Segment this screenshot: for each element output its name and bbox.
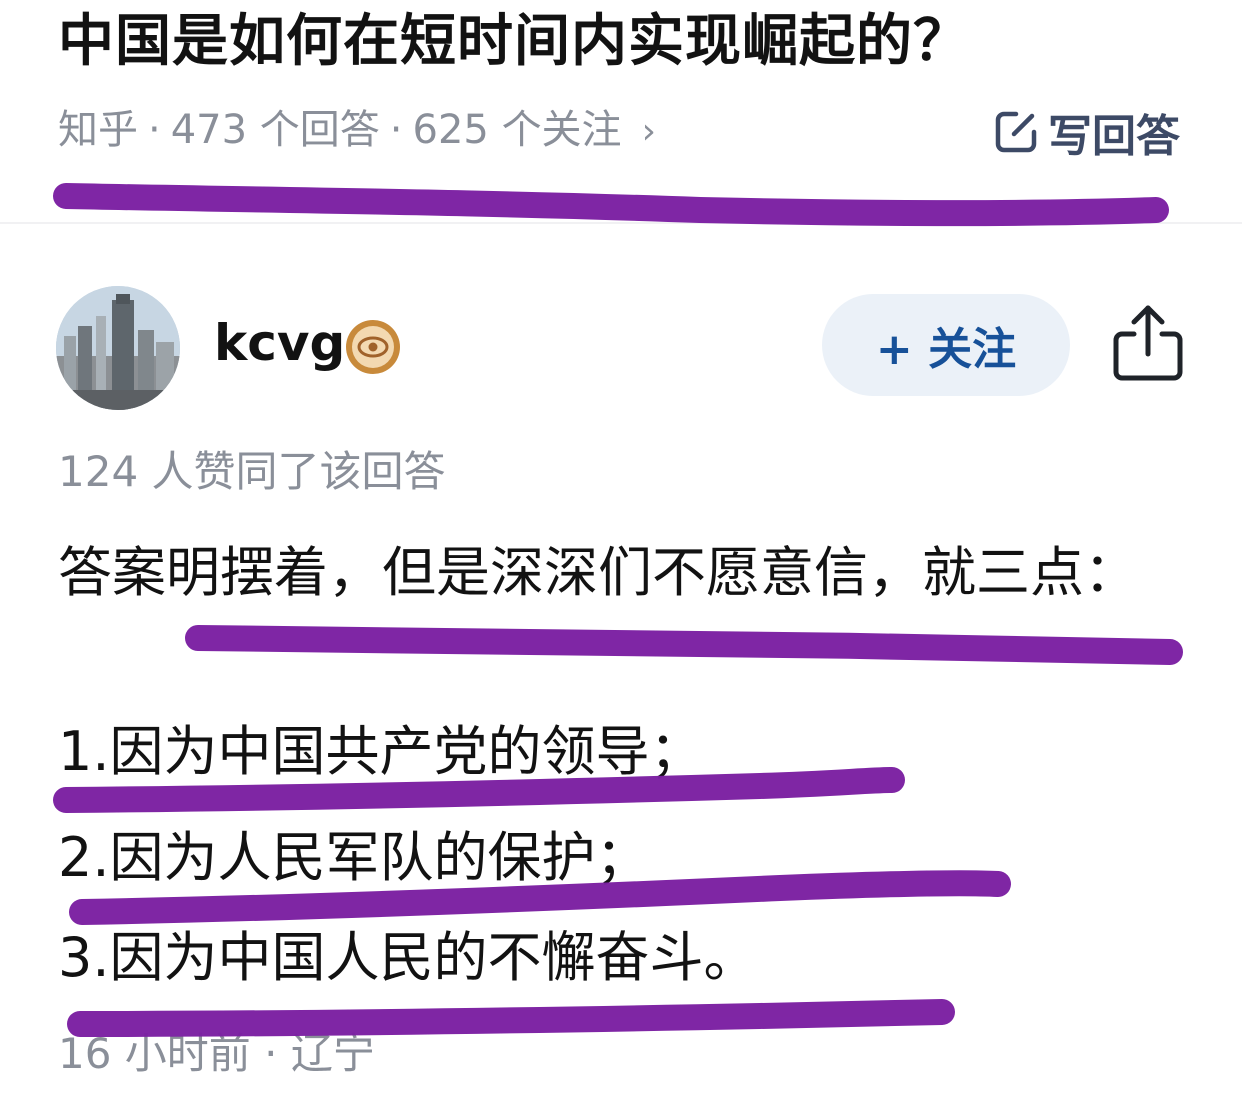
meta-separator: · — [148, 107, 161, 153]
write-answer-label: 写回答 — [1048, 111, 1180, 162]
chevron-right-icon[interactable]: › — [642, 111, 656, 152]
answer-point-3: 3.因为中国人民的不懈奋斗。 — [58, 926, 758, 989]
followers-count[interactable]: 625 个关注 — [413, 107, 622, 153]
share-icon[interactable] — [1108, 300, 1188, 386]
answer-point-1: 1.因为中国共产党的领导； — [58, 720, 704, 783]
answer-time-location: 16 小时前 · 辽宁 — [58, 1022, 375, 1086]
highlight-stroke-2 — [185, 625, 1183, 665]
highlight-stroke-1 — [53, 183, 1169, 226]
follow-button[interactable]: + 关注 — [822, 294, 1070, 396]
question-meta[interactable]: 知乎 · 473 个回答 · 625 个关注 › — [58, 100, 656, 162]
agree-count: 124 人赞同了该回答 — [58, 447, 446, 496]
section-divider — [0, 222, 1242, 224]
meta-separator: · — [389, 107, 403, 153]
eye-badge-icon — [346, 320, 400, 374]
answer-point-2: 2.因为人民军队的保护； — [58, 826, 650, 889]
answer-location: 辽宁 — [290, 1029, 375, 1078]
answer-time: 16 小时前 — [58, 1029, 251, 1078]
time-separator: · — [264, 1029, 278, 1078]
author-name[interactable]: kcvg — [214, 308, 345, 378]
answers-count[interactable]: 473 个回答 — [171, 107, 380, 153]
question-title: 中国是如何在短时间内实现崛起的？ — [58, 9, 970, 74]
answer-intro: 答案明摆着，但是深深们不愿意信，就三点： — [58, 541, 1138, 604]
write-answer-button[interactable]: 写回答 — [992, 102, 1180, 162]
source-label[interactable]: 知乎 — [58, 107, 138, 153]
avatar[interactable] — [56, 286, 180, 410]
edit-icon — [995, 111, 1037, 153]
avatar-image — [56, 286, 180, 410]
